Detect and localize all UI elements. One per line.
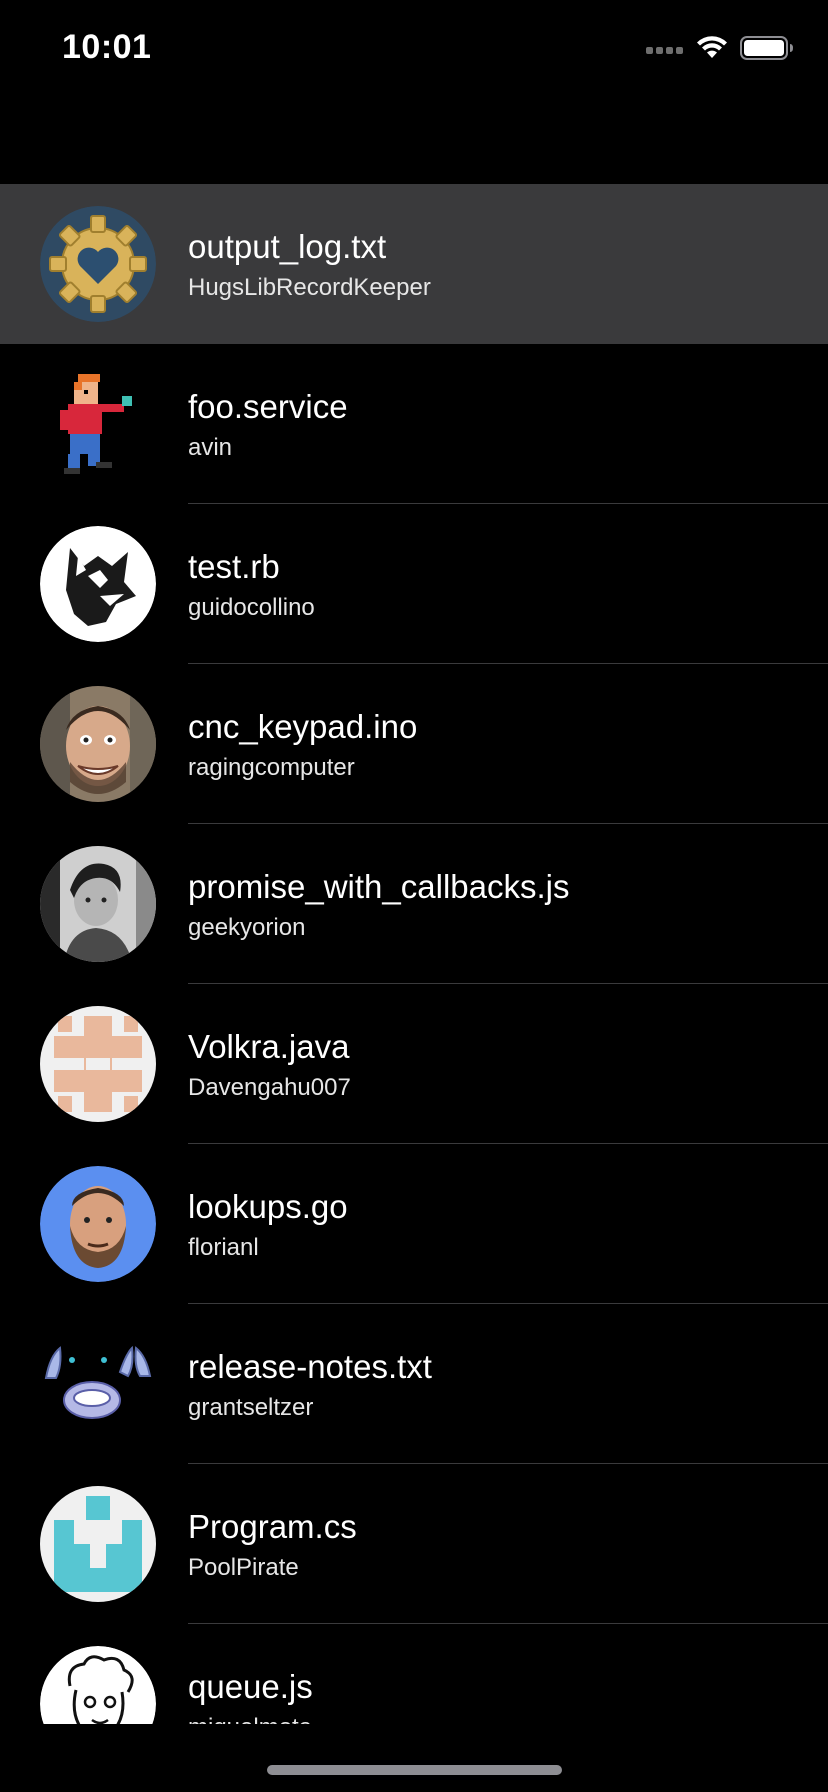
list-item[interactable]: test.rb guidocollino <box>0 504 828 664</box>
wifi-icon <box>696 36 728 65</box>
gist-list[interactable]: output_log.txt HugsLibRecordKeeper foo.s… <box>0 184 828 1724</box>
gist-owner: miguelmota <box>188 1714 312 1724</box>
list-item[interactable]: queue.js miguelmota <box>0 1624 828 1724</box>
list-item[interactable]: lookups.go florianl <box>0 1144 828 1304</box>
teal-identicon-avatar <box>40 1486 156 1602</box>
gist-filename: test.rb <box>188 548 280 585</box>
list-item[interactable]: output_log.txt HugsLibRecordKeeper <box>0 184 828 344</box>
identicon-avatar <box>40 1006 156 1122</box>
gear-heart-avatar <box>40 206 156 322</box>
wolf-avatar <box>40 526 156 642</box>
gist-owner: HugsLibRecordKeeper <box>188 274 431 301</box>
gist-owner: guidocollino <box>188 594 315 621</box>
list-item[interactable]: release-notes.txt grantseltzer <box>0 1304 828 1464</box>
gist-filename: queue.js <box>188 1668 313 1705</box>
gist-filename: lookups.go <box>188 1188 348 1225</box>
bearded-face-avatar <box>40 1166 156 1282</box>
gist-owner: florianl <box>188 1234 259 1261</box>
gist-filename: cnc_keypad.ino <box>188 708 418 745</box>
gist-owner: ragingcomputer <box>188 754 355 781</box>
gist-owner: Davengahu007 <box>188 1074 351 1101</box>
status-bar: 10:01 <box>0 0 828 100</box>
list-item[interactable]: cnc_keypad.ino ragingcomputer <box>0 664 828 824</box>
gist-filename: output_log.txt <box>188 228 387 265</box>
pixel-character-avatar <box>40 366 156 482</box>
gist-owner: geekyorion <box>188 914 306 941</box>
home-indicator[interactable] <box>267 1765 562 1775</box>
face-photo-avatar <box>40 686 156 802</box>
cellular-dots-icon <box>646 42 684 60</box>
bw-photo-avatar <box>40 846 156 962</box>
list-item[interactable]: foo.service avin <box>0 344 828 504</box>
gist-filename: Program.cs <box>188 1508 357 1545</box>
battery-icon <box>740 36 794 65</box>
list-item[interactable]: Volkra.java Davengahu007 <box>0 984 828 1144</box>
cartoon-sketch-avatar <box>40 1646 156 1724</box>
list-item[interactable]: Program.cs PoolPirate <box>0 1464 828 1624</box>
gist-owner: avin <box>188 434 233 461</box>
gist-filename: release-notes.txt <box>188 1348 432 1385</box>
creature-avatar <box>40 1326 156 1442</box>
gist-filename: promise_with_callbacks.js <box>188 868 570 905</box>
list-item[interactable]: promise_with_callbacks.js geekyorion <box>0 824 828 984</box>
gist-owner: grantseltzer <box>188 1394 314 1421</box>
status-time: 10:01 <box>62 28 152 66</box>
gist-filename: foo.service <box>188 388 348 425</box>
status-icons <box>646 36 794 65</box>
gist-filename: Volkra.java <box>188 1028 350 1065</box>
gist-owner: PoolPirate <box>188 1554 299 1581</box>
